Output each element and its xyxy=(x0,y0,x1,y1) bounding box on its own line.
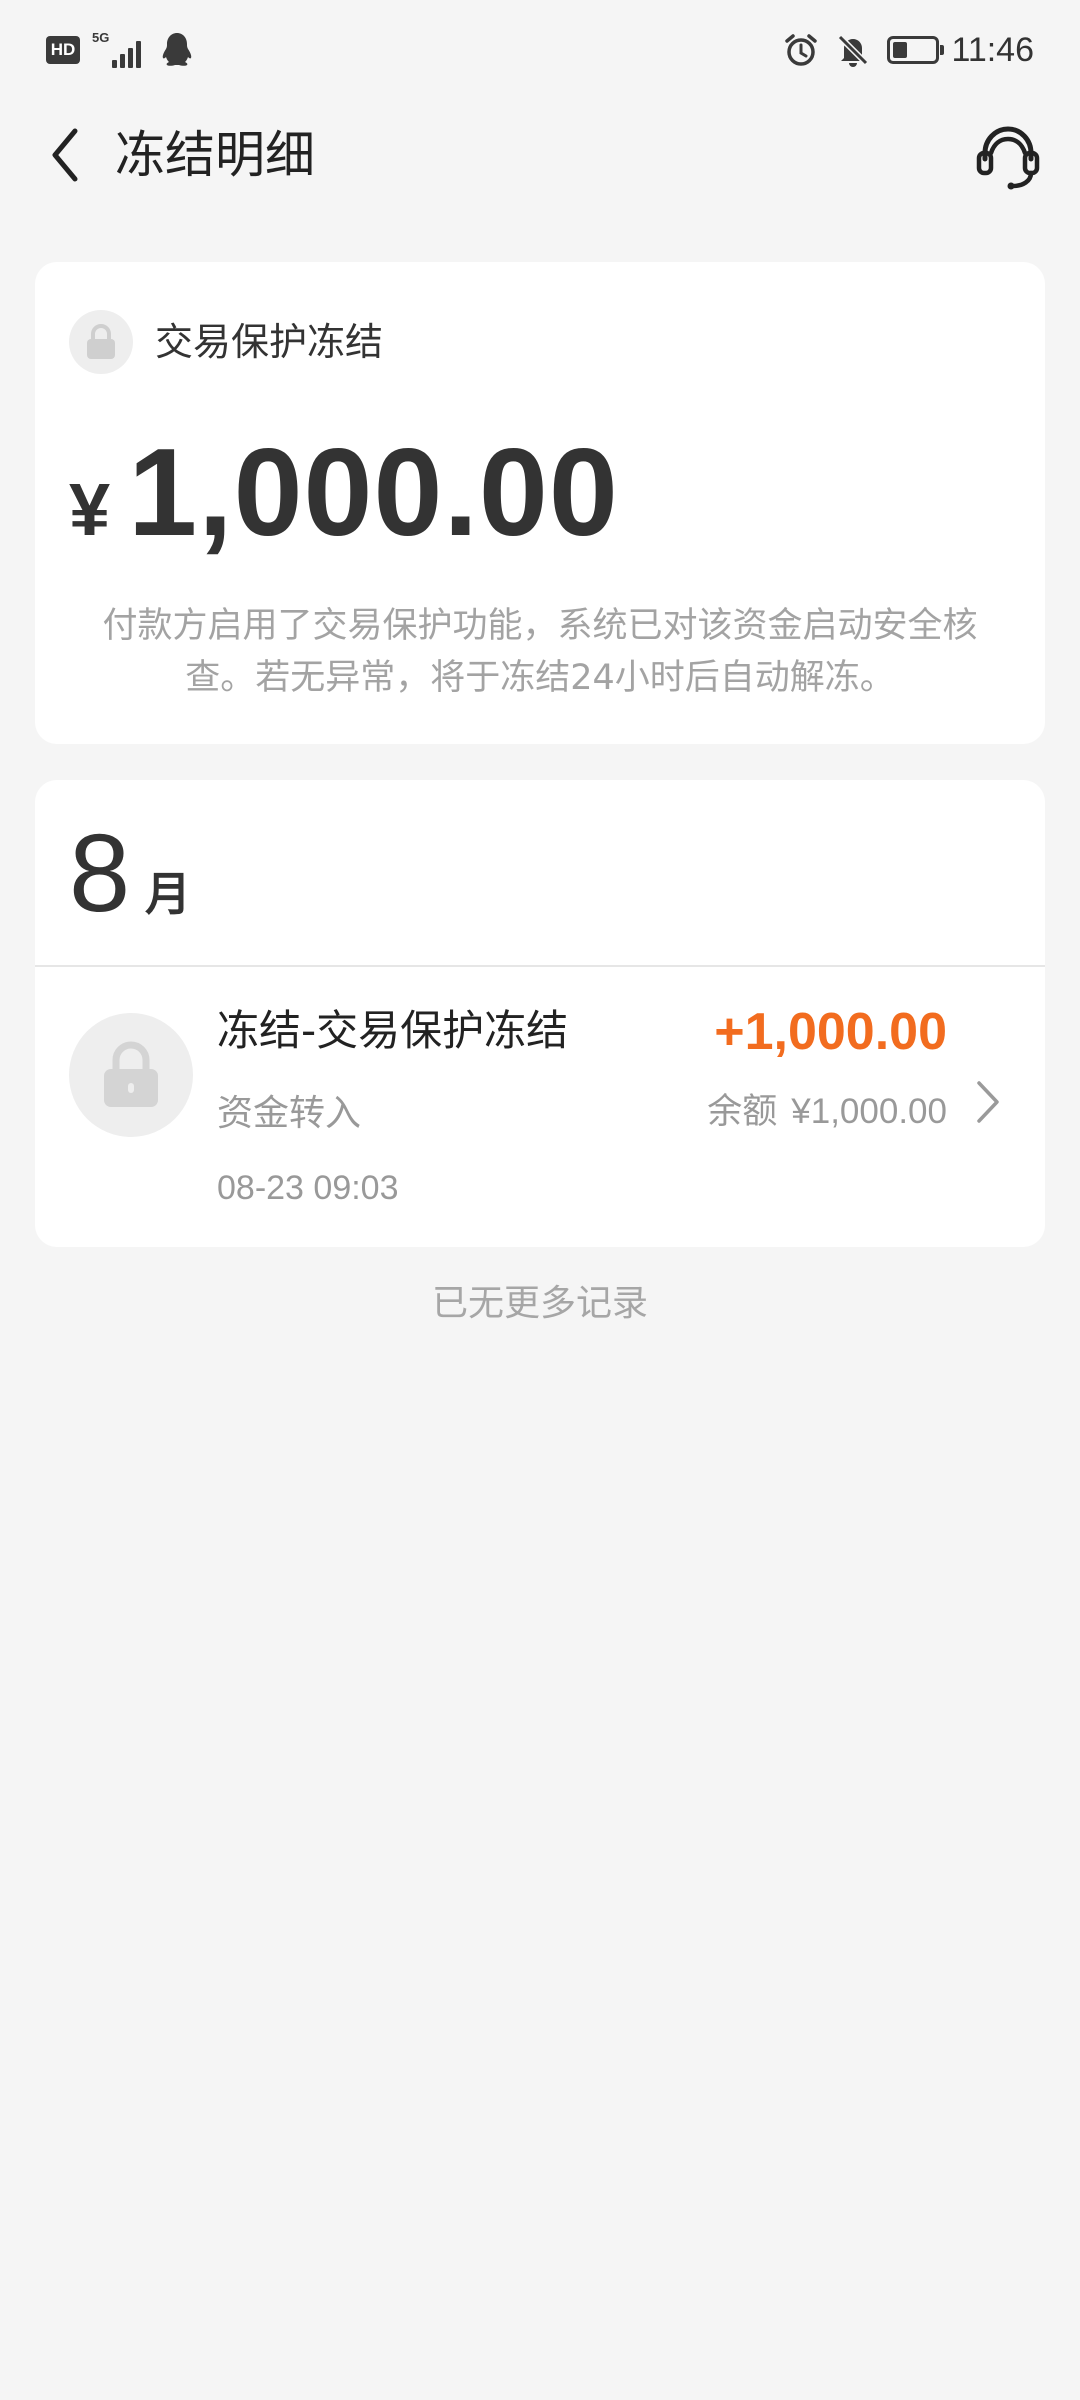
lock-icon xyxy=(69,1013,193,1137)
status-time: 11:46 xyxy=(951,30,1034,69)
balance-value: ¥1,000.00 xyxy=(791,1092,947,1131)
record-amount: +1,000.00 xyxy=(714,1003,947,1061)
signal-5g-icon: 5G xyxy=(92,30,148,70)
no-more-records: 已无更多记录 xyxy=(431,1283,648,1324)
freeze-records-card: 8 月 冻结-交易保护冻结 资金转入 08-23 09:03 +1,000.00… xyxy=(35,780,1045,1247)
record-balance: 余额 ¥1,000.00 xyxy=(707,1087,947,1137)
customer-service-headset-icon xyxy=(976,126,1040,190)
month-unit: 月 xyxy=(145,867,191,921)
freeze-type-label: 交易保护冻结 xyxy=(155,320,384,364)
month-header: 8 月 xyxy=(35,780,1045,967)
signal-bars xyxy=(112,41,144,68)
chevron-left-icon xyxy=(52,128,78,182)
status-bar-right: 11:46 xyxy=(783,26,1034,74)
page-title: 冻结明细 xyxy=(115,126,315,184)
qq-icon xyxy=(162,33,192,66)
record-datetime: 08-23 09:03 xyxy=(217,1169,399,1207)
lock-icon xyxy=(69,310,133,374)
battery-icon xyxy=(887,36,945,64)
record-title: 冻结-交易保护冻结 xyxy=(217,1006,569,1055)
month-number: 8 xyxy=(69,812,131,935)
app-header: 冻结明细 xyxy=(0,100,1080,212)
network-type-label: 5G xyxy=(92,30,110,45)
battery-level xyxy=(893,42,908,58)
alarm-icon xyxy=(785,34,818,66)
back-button[interactable] xyxy=(30,120,100,190)
currency-symbol: ¥ xyxy=(69,468,111,551)
freeze-description: 付款方启用了交易保护功能，系统已对该资金启动安全核查。若无异常，将于冻结24小时… xyxy=(102,606,978,698)
status-bar: HD 5G 11:46 xyxy=(0,0,1080,100)
freeze-summary-card: 交易保护冻结 ¥ 1,000.00 付款方启用了交易保护功能，系统已对该资金启动… xyxy=(35,262,1045,744)
record-subtitle: 资金转入 xyxy=(217,1093,362,1134)
frozen-amount: ¥ 1,000.00 xyxy=(69,422,619,564)
frozen-amount-value: 1,000.00 xyxy=(128,424,619,562)
record-row[interactable]: 冻结-交易保护冻结 资金转入 08-23 09:03 +1,000.00 余额 … xyxy=(35,967,1045,1247)
mute-bell-icon xyxy=(838,34,869,67)
customer-service-button[interactable] xyxy=(968,116,1048,196)
balance-label: 余额 xyxy=(707,1092,778,1132)
status-bar-left: HD 5G xyxy=(46,28,194,72)
hd-icon: HD xyxy=(46,36,80,64)
chevron-right-icon xyxy=(977,1081,999,1123)
